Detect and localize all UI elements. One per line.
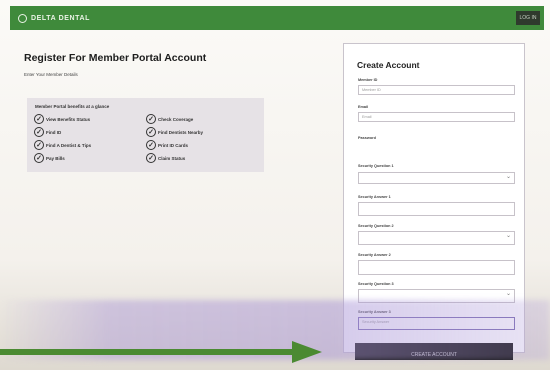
top-nav-bar: DELTA DENTAL LOG IN — [10, 6, 544, 30]
email-label: Email — [358, 105, 369, 109]
benefit-item: ✓ Check Coverage — [146, 114, 193, 124]
brand-name: DELTA DENTAL — [31, 14, 91, 22]
create-account-button[interactable]: CREATE ACCOUNT — [355, 343, 513, 360]
check-circle-icon: ✓ — [146, 153, 156, 163]
security-answer-1-input[interactable] — [358, 202, 515, 216]
security-question-3-label: Security Question 3 — [358, 282, 394, 286]
screen: DELTA DENTAL LOG IN Register For Member … — [0, 0, 550, 370]
benefit-item: ✓ Print ID Cards — [146, 140, 188, 150]
security-question-1-select[interactable] — [358, 172, 515, 184]
benefit-label: Print ID Cards — [158, 142, 189, 148]
page-subtitle: Enter Your Member Details — [24, 72, 78, 77]
security-answer-3-label: Security Answer 3 — [358, 310, 391, 314]
benefit-label: Find A Dentist & Tips — [46, 142, 92, 148]
benefit-label: View Benefits Status — [46, 116, 91, 122]
security-answer-2-label: Security Answer 2 — [358, 253, 391, 257]
benefit-item: ✓ Pay Bills — [34, 153, 65, 163]
brand-logo[interactable]: DELTA DENTAL — [18, 13, 91, 23]
security-answer-1-label: Security Answer 1 — [358, 195, 391, 199]
benefit-item: ✓ View Benefits Status — [34, 114, 90, 124]
security-answer-3-input[interactable]: Security Answer — [358, 317, 515, 330]
benefit-item: ✓ Find ID — [34, 127, 61, 137]
member-id-input[interactable]: Member ID — [358, 85, 515, 95]
password-input[interactable] — [358, 143, 515, 153]
member-id-label: Member ID — [358, 78, 378, 82]
check-circle-icon: ✓ — [34, 153, 44, 163]
tooth-circle-icon — [18, 13, 27, 23]
benefits-panel: Member Portal benefits at a glance ✓ Vie… — [27, 98, 264, 172]
benefit-item: ✓ Find Dentists Nearby — [146, 127, 203, 137]
arrow-right-icon — [0, 341, 322, 363]
check-circle-icon: ✓ — [34, 114, 44, 124]
security-question-3-select[interactable] — [358, 289, 515, 303]
benefit-item: ✓ Claim Status — [146, 153, 185, 163]
page-title: Register For Member Portal Account — [24, 52, 207, 64]
check-circle-icon: ✓ — [34, 140, 44, 150]
benefit-item: ✓ Find A Dentist & Tips — [34, 140, 91, 150]
form-title: Create Account — [357, 60, 420, 70]
check-circle-icon: ✓ — [34, 127, 44, 137]
email-input[interactable]: Email — [358, 112, 515, 122]
security-question-2-select[interactable] — [358, 231, 515, 245]
benefit-label: Pay Bills — [46, 155, 65, 161]
benefit-label: Claim Status — [158, 155, 186, 161]
benefit-label: Check Coverage — [158, 116, 194, 122]
security-question-2-label: Security Question 2 — [358, 224, 394, 228]
check-circle-icon: ✓ — [146, 114, 156, 124]
benefits-heading: Member Portal benefits at a glance — [35, 104, 110, 109]
benefit-label: Find Dentists Nearby — [158, 129, 204, 135]
benefit-label: Find ID — [46, 129, 62, 135]
password-label: Password — [358, 136, 376, 140]
security-answer-2-input[interactable] — [358, 260, 515, 275]
check-circle-icon: ✓ — [146, 140, 156, 150]
security-question-1-label: Security Question 1 — [358, 164, 394, 168]
check-circle-icon: ✓ — [146, 127, 156, 137]
login-button[interactable]: LOG IN — [516, 11, 540, 25]
create-account-form: Create Account Member ID Member ID Email… — [343, 43, 525, 353]
